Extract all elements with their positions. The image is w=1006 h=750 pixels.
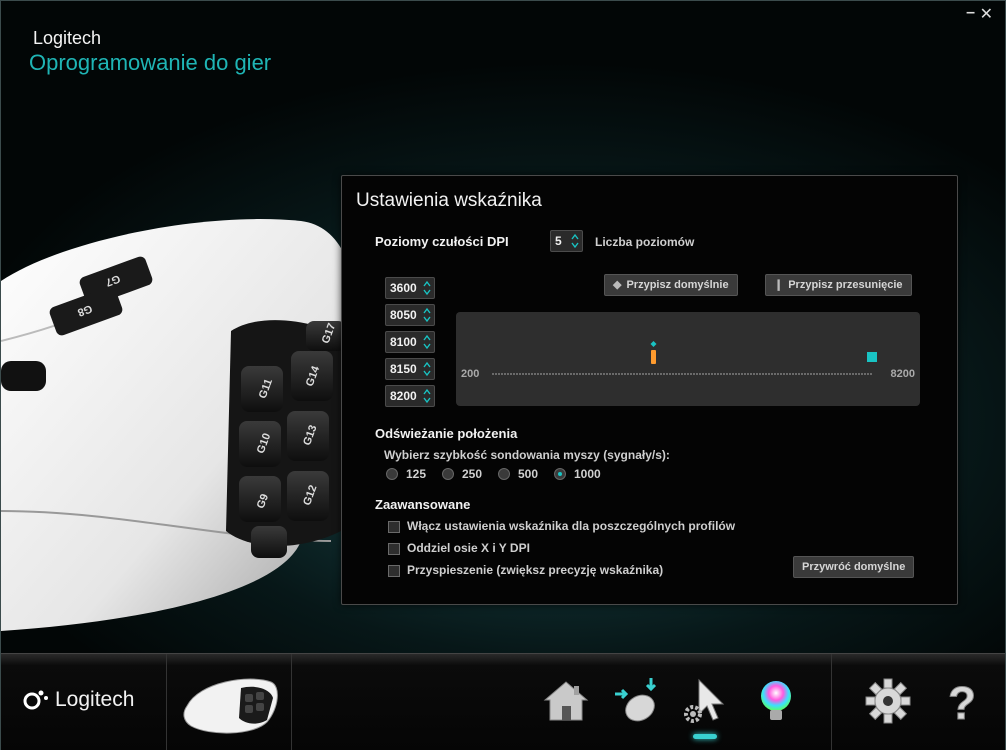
dpi-active-marker[interactable] <box>650 341 657 364</box>
polling-rate-radio-125[interactable] <box>386 468 398 480</box>
acceleration-checkbox[interactable] <box>388 565 400 577</box>
customize-buttons-icon[interactable] <box>613 676 663 726</box>
mouse-illustration: G11 G14 G10 G13 G9 G12 G17 G7 G8 <box>1 219 354 632</box>
bottom-bar: Logitech ? <box>1 653 1005 750</box>
dpi-level-stepper[interactable]: 8150 <box>385 358 435 380</box>
dpi-level-value: 8100 <box>390 335 417 349</box>
stepper-arrows-icon[interactable] <box>571 233 579 249</box>
polling-rate-label: 125 <box>406 467 427 481</box>
bottom-separator <box>831 654 832 750</box>
stepper-arrows-icon[interactable] <box>423 334 431 350</box>
home-icon[interactable] <box>541 676 591 726</box>
assign-shift-label: Przypisz przesunięcie <box>788 279 903 291</box>
svg-text:?: ? <box>948 677 976 726</box>
dpi-level-stepper[interactable]: 8100 <box>385 331 435 353</box>
advanced-section-title: Zaawansowane <box>375 497 471 512</box>
dpi-level-stepper[interactable]: 3600 <box>385 277 435 299</box>
dpi-level-count-value: 5 <box>555 234 562 248</box>
app-subtitle: Oprogramowanie do gier <box>29 50 272 75</box>
stepper-arrows-icon[interactable] <box>423 388 431 404</box>
dpi-graph[interactable]: 200 8200 <box>456 312 920 406</box>
polling-rate-label: 250 <box>462 467 483 481</box>
pointer-settings-icon[interactable] <box>681 676 731 726</box>
dpi-level-value: 8200 <box>390 389 417 403</box>
dpi-level-stepper[interactable]: 8050 <box>385 304 435 326</box>
device-selector-mouse-icon[interactable] <box>179 668 283 740</box>
separate-xy-dpi-checkbox[interactable] <box>388 543 400 555</box>
dpi-level-marker[interactable] <box>651 350 656 364</box>
dpi-level-count-label: Liczba poziomów <box>595 235 695 249</box>
diamond-icon: ◆ <box>613 279 622 291</box>
lighting-icon[interactable] <box>751 676 801 726</box>
close-button[interactable]: ✕ <box>980 4 993 24</box>
polling-rate-radio-500[interactable] <box>498 468 510 480</box>
gear-icon[interactable] <box>863 676 913 726</box>
acceleration-label: Przyspieszenie (zwiększ precyzję wskaźni… <box>407 563 664 577</box>
dpi-level-value: 8150 <box>390 362 417 376</box>
assign-default-button[interactable]: ◆ Przypisz domyślnie <box>604 274 738 296</box>
polling-rate-radio-250[interactable] <box>442 468 454 480</box>
pointer-settings-panel: Ustawienia wskaźnika Poziomy czułości DP… <box>341 175 958 605</box>
dpi-level-value: 3600 <box>390 281 417 295</box>
bottom-separator <box>166 654 167 750</box>
dpi-graph-canvas <box>492 341 877 375</box>
restore-defaults-button[interactable]: Przywróć domyślne <box>793 556 915 578</box>
per-profile-pointer-checkbox[interactable] <box>388 521 400 533</box>
dpi-shift-marker[interactable] <box>867 352 877 362</box>
dpi-section-title: Poziomy czułości DPI <box>375 234 509 249</box>
app-brand: Logitech <box>33 28 102 48</box>
assign-shift-button[interactable]: ❙ Przypisz przesunięcie <box>765 274 912 296</box>
separate-xy-dpi-label: Oddziel osie X i Y DPI <box>407 541 530 555</box>
minimize-button[interactable]: – <box>966 4 975 22</box>
assign-default-label: Przypisz domyślnie <box>626 279 729 291</box>
stepper-arrows-icon[interactable] <box>423 307 431 323</box>
app-window: Logitech Oprogramowanie do gier – ✕ G11 … <box>0 0 1006 750</box>
stepper-arrows-icon[interactable] <box>423 361 431 377</box>
bar-icon: ❙ <box>774 279 784 291</box>
dpi-level-stepper[interactable]: 8200 <box>385 385 435 407</box>
stepper-arrows-icon[interactable] <box>423 280 431 296</box>
polling-rate-label: 500 <box>518 467 539 481</box>
default-dpi-diamond-icon <box>650 341 657 347</box>
panel-title: Ustawienia wskaźnika <box>356 190 542 211</box>
polling-section-title: Odświeżanie położenia <box>375 426 518 441</box>
bottom-separator <box>291 654 292 750</box>
dpi-level-value: 8050 <box>390 308 417 322</box>
bottom-logo-text: Logitech <box>55 688 135 711</box>
logitech-logo-icon <box>23 690 48 710</box>
active-tab-indicator <box>693 734 717 739</box>
polling-prompt: Wybierz szybkość sondowania myszy (sygna… <box>384 448 670 462</box>
bottom-logo: Logitech <box>23 688 134 712</box>
polling-rate-label: 1000 <box>574 467 601 481</box>
polling-rate-radio-1000[interactable] <box>554 468 566 480</box>
per-profile-pointer-label: Włącz ustawienia wskaźnika dla poszczegó… <box>407 519 736 533</box>
help-icon[interactable]: ? <box>937 676 987 727</box>
dpi-level-count-stepper[interactable]: 5 <box>550 230 583 252</box>
